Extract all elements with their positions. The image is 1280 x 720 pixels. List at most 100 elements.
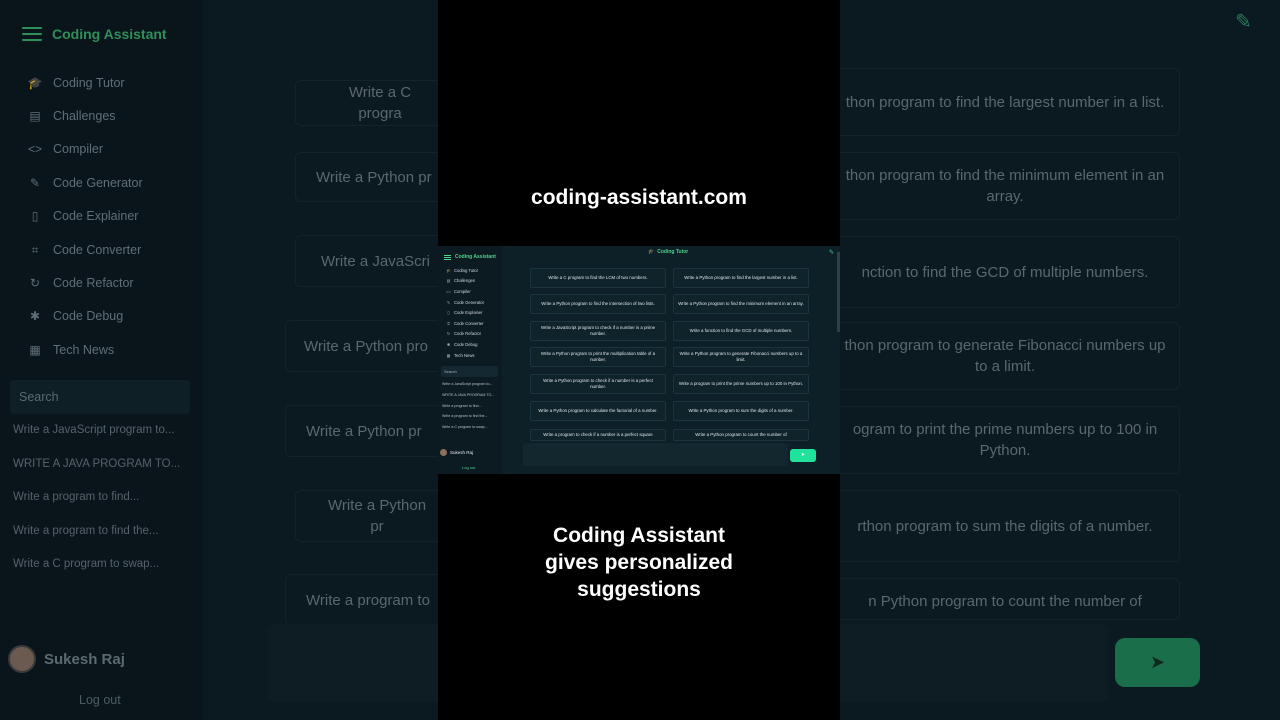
sidebar-item-label: Code Refactor [454,331,481,337]
suggestion-card[interactable]: Write a Python pr [295,490,445,542]
suggestion-card[interactable]: thon program to generate Fibonacci numbe… [830,322,1180,390]
clipboard-icon: ▤ [29,109,41,124]
history-item[interactable]: Write a C program to swap... [13,558,198,592]
caption-line: suggestions [577,578,701,601]
sidebar-item-code-refactor[interactable]: ↻ Code Refactor [26,266,196,299]
suggestion-card[interactable]: thon program to find the minimum element… [830,152,1180,220]
suggestion-card[interactable]: Write a JavaScri [295,235,445,287]
send-button[interactable]: ➤ [1115,638,1200,687]
background-brand[interactable]: Coding Assistant [22,26,167,42]
history-item[interactable]: WRITE A JAVA PROGRAM TO... [13,458,198,492]
sidebar-item-challenges[interactable]: ▤ Challenges [26,99,196,132]
suggestion-card[interactable]: Write a Python program to find the inter… [530,294,666,314]
sidebar-item-coding-tutor[interactable]: 🎓 Coding Tutor [26,66,196,99]
sidebar-item-tech-news[interactable]: ▦ Tech News [446,350,484,361]
sidebar-item-label: Compiler [53,142,104,157]
sidebar-item-code-generator[interactable]: ✎ Code Generator [26,166,196,199]
history-item[interactable]: Write a program to find... [442,401,500,412]
suggestion-card[interactable]: Write a Python pr [285,405,445,457]
suggestion-card[interactable]: Write a program to print the prime numbe… [673,374,809,394]
history-item[interactable]: Write a JavaScript program to... [13,424,198,458]
suggestion-card[interactable]: Write a C program to find the LCM of two… [530,268,666,288]
caption-line: Coding Assistant [553,524,725,547]
sidebar-item-label: Compiler [454,288,471,294]
background-sidebar: Coding Assistant 🎓 Coding Tutor ▤ Challeng… [0,0,203,720]
sidebar-item-label: Code Refactor [53,276,134,291]
sidebar-item-code-converter[interactable]: ⌗ Code Converter [26,233,196,266]
sidebar-item-code-refactor[interactable]: ↻ Code Refactor [446,329,484,340]
history-item[interactable]: Write a program to find the... [13,525,198,559]
sidebar-item-label: Code Explainer [454,310,483,316]
sidebar-item-label: Tech News [454,352,475,358]
send-button[interactable]: ➤ [790,449,816,462]
sidebar-item-code-explainer[interactable]: ▯ Code Explainer [26,200,196,233]
wrench-icon: ✎ [446,299,451,305]
sidebar-item-code-explainer[interactable]: ▯ Code Explainer [446,307,484,318]
sidebar-item-coding-tutor[interactable]: 🎓 Coding Tutor [446,265,484,276]
menu-icon[interactable] [444,254,451,260]
newspaper-icon: ▦ [446,352,451,358]
sidebar-item-label: Tech News [53,342,115,357]
suggestion-card[interactable]: Write a Python program to check if a num… [530,374,666,394]
suggestion-card[interactable]: Write a program to check if a number is … [530,429,666,441]
logout-link[interactable]: Log out [462,465,475,470]
suggestion-card[interactable]: Write a Python program to count the numb… [673,429,809,441]
graduation-cap-icon: 🎓 [27,75,43,90]
history-item[interactable]: Write a program to find the... [442,411,500,422]
suggestion-card[interactable]: Write a Python pr [295,152,445,202]
preview-sidebar: Coding Assistant 🎓 Coding Tutor ▤ Challeng… [438,246,502,474]
history-list: Write a JavaScript program to... WRITE A… [442,379,500,433]
avatar [440,449,447,456]
edit-icon[interactable]: ✎ [829,249,834,256]
suggestion-card[interactable]: thon program to find the largest number … [830,68,1180,136]
chat-input[interactable] [523,443,788,466]
code-icon: <> [446,288,451,294]
bug-icon: ✱ [446,341,451,347]
clipboard-icon: ▤ [446,278,451,284]
suggestion-card[interactable]: Write a Python program to find the large… [673,268,809,288]
menu-icon[interactable] [22,27,42,41]
sidebar-item-code-converter[interactable]: ⌗ Code Converter [446,318,484,329]
history-item[interactable]: WRITE A JAVA PROGRAM TO... [442,390,500,401]
suggestion-card[interactable]: Write a program to [285,574,445,626]
user-profile[interactable]: Sukesh Raj [440,449,473,456]
scrollbar[interactable] [837,246,840,474]
suggestion-card[interactable]: Write a Python program to print the mult… [530,347,666,367]
sidebar-item-code-debug[interactable]: ✱ Code Debug [26,300,196,333]
suggestion-card[interactable]: n Python program to count the number of [830,578,1180,620]
history-item[interactable]: Write a program to find... [13,491,198,525]
sidebar-item-compiler[interactable]: <> Compiler [26,133,196,166]
sidebar-item-compiler[interactable]: <> Compiler [446,286,484,297]
logout-link[interactable]: Log out [79,693,121,707]
suggestion-card[interactable]: Write a Python program to find the minim… [673,294,809,314]
sidebar-item-challenges[interactable]: ▤ Challenges [446,276,484,287]
sidebar-item-tech-news[interactable]: ▦ Tech News [26,333,196,366]
user-profile[interactable]: Sukesh Raj [8,645,125,673]
suggestion-card[interactable]: Write a Python program to calculate the … [530,401,666,421]
send-arrow-icon: ➤ [1149,652,1166,672]
edit-icon[interactable]: ✎ [1235,9,1252,34]
refresh-icon: ↻ [446,331,451,337]
suggestion-card[interactable]: Write a Python program to generate Fibon… [673,347,809,367]
suggestion-card[interactable]: Write a JavaScript program to check if a… [530,321,666,341]
sidebar-item-label: Code Debug [53,309,124,324]
sidebar-item-label: Code Converter [53,242,142,257]
background-nav: 🎓 Coding Tutor ▤ Challenges <> Compiler ✎ Co… [26,66,196,367]
suggestion-card[interactable]: Write a C progra [295,80,445,126]
suggestion-card[interactable]: ogram to print the prime numbers up to 1… [830,406,1180,474]
suggestion-card[interactable]: Write a function to find the GCD of mult… [673,321,809,341]
sidebar-item-code-debug[interactable]: ✱ Code Debug [446,339,484,350]
scrollbar-thumb[interactable] [837,252,840,332]
search-input[interactable]: Search [10,380,190,414]
caption-text: Coding Assistant gives personalized sugg… [438,522,840,603]
suggestion-card[interactable]: rthon program to sum the digits of a num… [830,490,1180,562]
suggestion-card[interactable]: Write a Python pro [285,320,445,372]
search-input[interactable]: Search [441,366,498,377]
history-item[interactable]: Write a JavaScript program to... [442,379,500,390]
suggestion-card[interactable]: nction to find the GCD of multiple numbe… [830,236,1180,308]
preview-brand[interactable]: Coding Assistant [444,254,496,260]
sidebar-item-code-generator[interactable]: ✎ Code Generator [446,297,484,308]
sidebar-item-label: Coding Tutor [53,75,125,90]
suggestion-card[interactable]: Write a Python program to sum the digits… [673,401,809,421]
history-item[interactable]: Write a C program to swap... [442,422,500,433]
